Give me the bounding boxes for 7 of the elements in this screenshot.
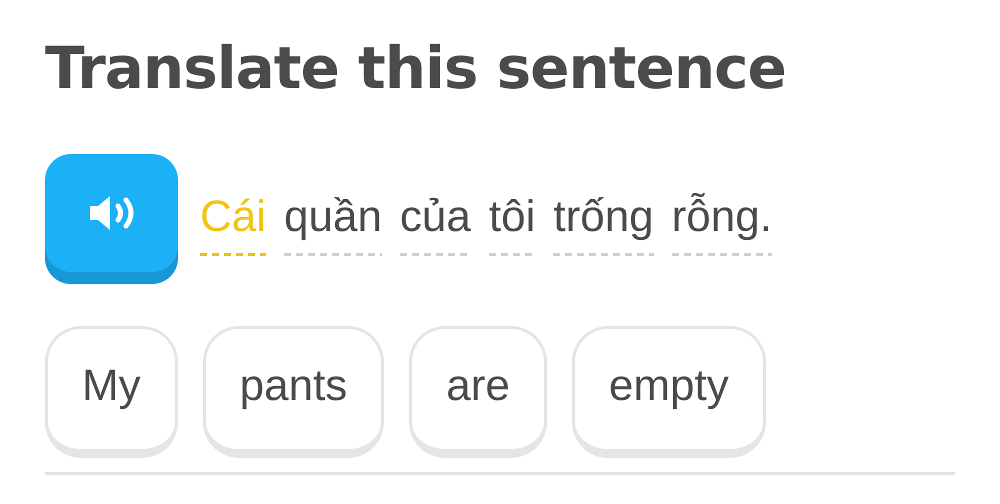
word-tile[interactable]: pants [202,326,384,458]
word-tile[interactable]: My [45,326,178,458]
word-tile[interactable]: are [409,326,547,458]
exercise-title: Translate this sentence [45,33,787,104]
word-tile[interactable]: empty [572,326,766,458]
prompt-word[interactable]: rỗng. [672,192,772,256]
speaker-button[interactable] [45,154,178,284]
